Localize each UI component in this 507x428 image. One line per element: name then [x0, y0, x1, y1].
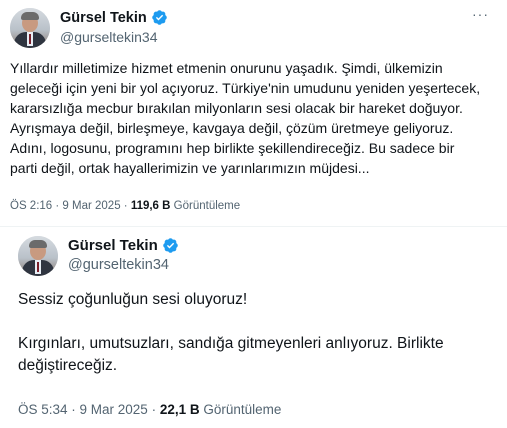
tweet-2[interactable]: Gürsel Tekin @gurseltekin34 Sessiz çoğun…: [0, 226, 507, 428]
view-count-label: Görüntüleme: [170, 200, 241, 212]
tweet-text-line: Kırgınları, umutsuzları, sandığa gitmeye…: [18, 335, 444, 352]
author-handle[interactable]: @gurseltekin34: [60, 29, 168, 45]
view-count: 119,6 B: [130, 200, 171, 212]
tweet-meta: ÖS 5:34 · 9 Mar 2025 · 22,1 B Görüntülem…: [18, 402, 281, 417]
tweet-text-line: parti değil, ortak hayallerimizin ve yar…: [10, 160, 370, 176]
view-count-label: Görüntüleme: [199, 402, 282, 417]
author-handle[interactable]: @gurseltekin34: [68, 257, 179, 273]
avatar[interactable]: [18, 236, 58, 276]
more-options-icon[interactable]: ···: [472, 6, 489, 22]
verified-badge-icon: [163, 238, 178, 253]
tweet-text: Sessiz çoğunluğun sesi oluyoruz! Kırgınl…: [18, 289, 444, 377]
tweet-meta: ÖS 2:16 · 9 Mar 2025 · 119,6 B Görüntüle…: [10, 200, 240, 212]
tweet-text-line: Yıllardır milletimize hizmet etmenin onu…: [10, 60, 443, 76]
view-count: 22,1 B: [159, 402, 200, 417]
avatar[interactable]: [10, 8, 50, 48]
tweet-text-line: Sessiz çoğunluğun sesi oluyoruz!: [18, 291, 248, 308]
tweet-text-line: geleceği için yeni bir yol açıyoruz. Tür…: [10, 80, 481, 96]
author-name[interactable]: Gürsel Tekin: [60, 10, 147, 26]
author-name[interactable]: Gürsel Tekin: [68, 237, 158, 254]
tweet-timestamp[interactable]: ÖS 5:34 · 9 Mar 2025 ·: [18, 402, 160, 417]
tweet-text-line: değiştireceğiz.: [18, 357, 118, 374]
tweet-text-line: Ayrışmaya değil, birleşmeye, kavgaya değ…: [10, 120, 454, 136]
tweet-text-line: kararsızlığa mecbur bırakılan milyonları…: [10, 100, 463, 116]
verified-badge-icon: [152, 10, 167, 25]
tweet-header: Gürsel Tekin @gurseltekin34: [18, 236, 179, 276]
tweet-header: Gürsel Tekin @gurseltekin34: [10, 8, 168, 48]
tweet-1[interactable]: Gürsel Tekin @gurseltekin34 ··· Yıllardı…: [0, 0, 507, 226]
tweet-timestamp[interactable]: ÖS 2:16 · 9 Mar 2025 ·: [10, 200, 131, 212]
tweet-text: Yıllardır milletimize hizmet etmenin onu…: [10, 58, 480, 178]
tweet-text-line: Adını, logosunu, programını hep birlikte…: [10, 140, 455, 156]
